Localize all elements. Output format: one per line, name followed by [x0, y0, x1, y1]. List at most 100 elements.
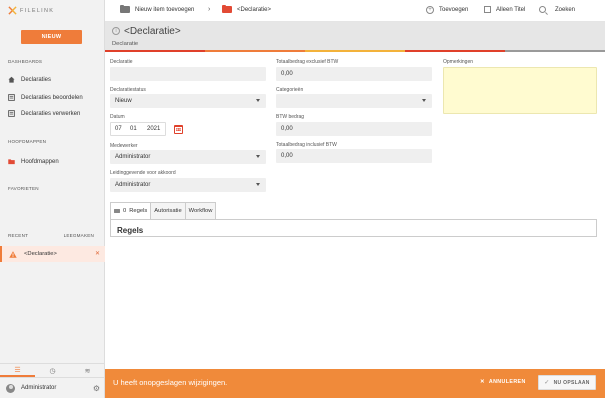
categorieen-select[interactable] [276, 94, 432, 108]
opmerkingen-label: Opmerkingen [443, 59, 474, 65]
date-month[interactable]: 01 [130, 126, 137, 132]
date-field[interactable]: 07 01 2021 [110, 122, 166, 136]
btw-field[interactable]: 0,00 [276, 122, 432, 136]
breadcrumb-current-label: <Declaratie> [237, 6, 272, 13]
sidebar-item-label: Declaraties verwerken [21, 110, 81, 117]
breadcrumb-new-item[interactable]: Nieuw item toevoegen [120, 4, 195, 13]
brand-name: FILELINK [20, 7, 55, 14]
user-name: Administrator [21, 385, 57, 391]
add-circle-icon: + [426, 6, 434, 14]
breadcrumb-separator: › [208, 6, 210, 13]
status-label: Declaratiestatus [110, 87, 146, 93]
sidebar-item-label: Hoofdmappen [21, 158, 59, 165]
sidebar: FILELINK NIEUW DASHBOARDS Declaraties De… [0, 0, 105, 398]
datum-label: Datum [110, 114, 125, 120]
date-day[interactable]: 07 [115, 126, 122, 132]
user-bar: Administrator ⚙ [0, 377, 105, 398]
chevron-down-icon [422, 99, 426, 102]
sidebar-item-declaraties-beoordelen[interactable]: Declaraties beoordelen [8, 94, 83, 101]
calendar-icon[interactable] [174, 125, 183, 134]
sidebar-item-declaraties[interactable]: Declaraties [8, 76, 51, 83]
recent-item-label: <Declaratie> [24, 251, 57, 257]
cancel-button[interactable]: ✕ ANNULEREN [480, 379, 526, 385]
detail-tabs: 0 Regels Autorisatie Workflow [110, 202, 217, 219]
gear-icon[interactable]: ⚙ [93, 384, 100, 393]
medewerker-value: Administrator [115, 154, 151, 160]
title-band: i <Declaratie> Declaratie [105, 22, 605, 51]
sidebar-item-label: Declaraties beoordelen [21, 94, 83, 101]
new-button[interactable]: NIEUW [21, 30, 82, 44]
regels-panel: Regels [110, 219, 597, 237]
folder-icon [8, 159, 15, 165]
folders-heading: HOOFDMAPPEN [8, 139, 47, 144]
page-title: <Declaratie> [124, 26, 181, 37]
form-icon [8, 94, 15, 101]
date-year[interactable]: 2021 [147, 126, 160, 132]
stack-icon[interactable]: ≋ [70, 364, 105, 377]
medewerker-label: Medewerker [110, 143, 138, 149]
recent-item[interactable]: <Declaratie> ✕ [0, 246, 105, 262]
tab-regels[interactable]: 0 Regels [110, 202, 152, 219]
home-icon [8, 76, 15, 83]
info-icon[interactable]: i [112, 27, 120, 35]
add-button[interactable]: + Toevoegen [426, 6, 468, 14]
save-label: NU OPSLAAN [553, 379, 590, 386]
clock-icon[interactable]: ◷ [35, 364, 70, 377]
logo: FILELINK [8, 6, 54, 15]
sidebar-item-hoofdmappen[interactable]: Hoofdmappen [8, 158, 59, 165]
save-button[interactable]: ✓ NU OPSLAAN [538, 375, 596, 390]
clear-recent-link[interactable]: LEEGMAKEN [64, 233, 94, 238]
tab-workflow[interactable]: Workflow [185, 202, 217, 219]
totaal-incl-field[interactable]: 0,00 [276, 149, 432, 163]
regels-panel-title: Regels [117, 226, 144, 235]
tab-autorisatie-label: Autorisatie [154, 208, 182, 214]
medewerker-select[interactable]: Administrator [110, 150, 266, 164]
categorieen-label: Categorieën [276, 87, 304, 93]
leidinggevende-value: Administrator [115, 182, 151, 188]
tab-regels-label: Regels [129, 208, 148, 214]
totaal-incl-label: Totaalbedrag inclusief BTW [276, 142, 337, 148]
title-only-toggle[interactable]: Alleen Titel [484, 6, 525, 13]
search-button[interactable]: Zoeken [539, 6, 575, 13]
recent-heading: RECENT [8, 233, 29, 238]
tab-workflow-label: Workflow [188, 208, 213, 214]
search-icon [539, 6, 546, 13]
chevron-down-icon [256, 99, 260, 102]
close-icon[interactable]: ✕ [95, 250, 100, 257]
leidinggevende-select[interactable]: Administrator [110, 178, 266, 192]
sidebar-item-label: Declaraties [21, 76, 52, 83]
breadcrumb-new-label: Nieuw item toevoegen [135, 6, 195, 13]
tab-autorisatie[interactable]: Autorisatie [151, 202, 186, 219]
declaratie-field[interactable] [110, 67, 266, 81]
tab-regels-count: 0 [123, 208, 127, 214]
page-subtitle: Declaratie [112, 41, 139, 47]
cancel-label: ANNULEREN [488, 379, 526, 385]
check-icon: ✓ [544, 380, 550, 386]
color-stripe [105, 50, 605, 52]
sidebar-item-declaraties-verwerken[interactable]: Declaraties verwerken [8, 110, 80, 117]
close-icon: ✕ [480, 379, 485, 385]
leidinggevende-label: Leidinggevende voor akkoord [110, 170, 176, 176]
chevron-right-icon: › [208, 6, 211, 13]
avatar[interactable] [6, 383, 15, 393]
sidebar-tabs: ☰ ◷ ≋ [0, 363, 105, 377]
list-icon[interactable]: ☰ [0, 364, 35, 377]
folder-open-icon [222, 4, 232, 13]
btw-label: BTW bedrag [276, 114, 305, 120]
unsaved-message: U heeft onopgeslagen wijzigingen. [113, 378, 228, 387]
breadcrumb-current[interactable]: <Declaratie> [222, 4, 272, 13]
add-label: Toevoegen [439, 7, 469, 13]
status-select[interactable]: Nieuw [110, 94, 266, 108]
filelink-logo-icon [8, 6, 17, 15]
opmerkingen-textarea[interactable] [443, 67, 597, 114]
folder-icon [120, 4, 130, 13]
totaal-excl-label: Totaalbedrag exclusief BTW [276, 59, 339, 65]
dashboards-heading: DASHBOARDS [8, 59, 43, 64]
totaal-excl-field[interactable]: 0,00 [276, 67, 432, 81]
favorites-heading: FAVORIETEN [8, 186, 39, 191]
folder-icon [114, 208, 120, 214]
title-only-checkbox[interactable] [484, 6, 491, 13]
unsaved-changes-bar: U heeft onopgeslagen wijzigingen. ✕ ANNU… [105, 369, 605, 398]
chevron-down-icon [256, 183, 260, 186]
chevron-down-icon [256, 155, 260, 158]
